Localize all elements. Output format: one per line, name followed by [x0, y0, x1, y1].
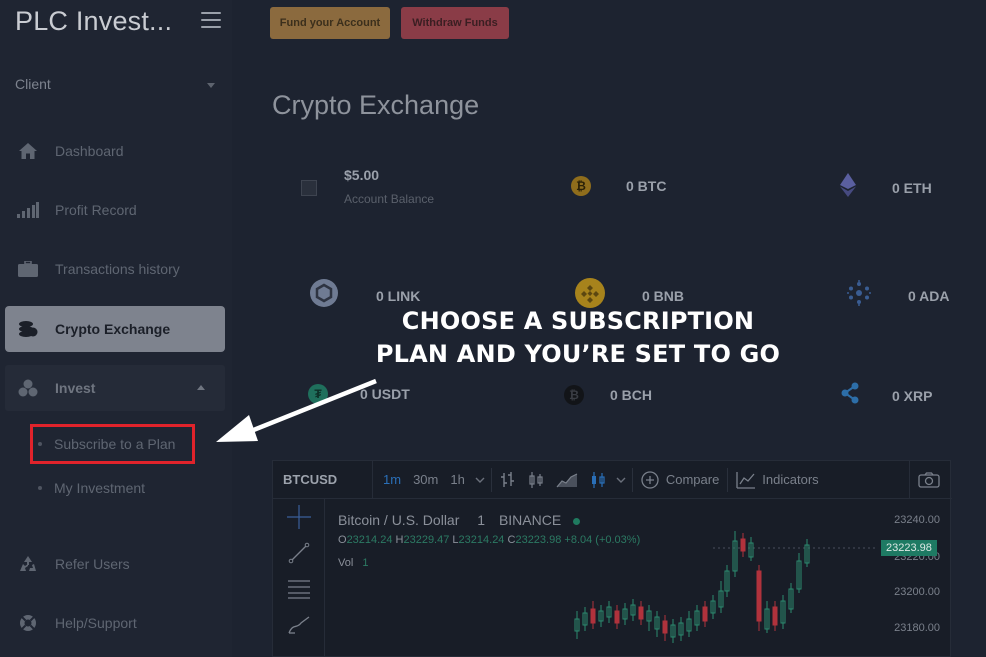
sidebar-item-label: Invest	[55, 380, 96, 396]
btc-icon: ₿	[571, 176, 591, 196]
candle-body	[662, 620, 668, 634]
bars-icon	[17, 199, 39, 221]
recycle-icon	[17, 553, 39, 575]
account-balance-label: Account Balance	[344, 192, 435, 206]
withdraw-funds-button[interactable]: Withdraw Funds	[401, 7, 509, 39]
sidebar-item-label: Crypto Exchange	[55, 321, 171, 337]
sidebar-item-help-support[interactable]: Help/Support	[5, 600, 225, 646]
balance-amount: 0 BNB	[642, 287, 685, 304]
sidebar-item-dashboard[interactable]: Dashboard	[5, 128, 225, 174]
coins-icon	[17, 318, 39, 340]
subitem-label: My Investment	[54, 480, 146, 496]
xrp-icon	[840, 382, 860, 409]
chevron-down-icon[interactable]	[207, 83, 215, 88]
candle-body	[702, 606, 708, 622]
bch-icon: ₿	[564, 385, 584, 405]
callout-line-2: PLAN AND YOU’RE SET TO GO	[375, 340, 781, 368]
lifebuoy-icon	[17, 612, 39, 634]
client-label[interactable]: Client	[15, 76, 51, 92]
balance-btc: ₿ 0 BTC	[571, 176, 666, 196]
highlight-box	[30, 424, 195, 464]
candle-body	[740, 538, 746, 552]
candle-body	[756, 570, 762, 622]
balance-bch: ₿ 0 BCH	[564, 385, 652, 405]
menu-toggle-icon[interactable]	[201, 12, 221, 30]
balance-amount: 0 BCH	[610, 387, 653, 403]
candle-body	[590, 608, 596, 624]
sidebar-item-label: Transactions history	[55, 261, 180, 277]
chevron-up-icon	[197, 385, 205, 390]
balance-usdt: ₮ 0 USDT	[308, 384, 410, 404]
cubes-icon	[17, 377, 39, 399]
balance-eth: 0 ETH	[840, 173, 932, 202]
candle-body	[614, 610, 620, 624]
callout-line-1: CHOOSE A SUBSCRIPTION	[401, 307, 755, 335]
brand-title[interactable]: PLC Invest...	[15, 6, 172, 37]
balance-amount: 0 USDT	[360, 386, 410, 402]
sidebar-subitem-my-investment[interactable]: My Investment	[38, 480, 145, 496]
sidebar-item-label: Refer Users	[55, 556, 130, 572]
ada-icon	[846, 280, 872, 311]
home-icon	[17, 140, 39, 162]
balance-amount: 0 ADA	[908, 287, 950, 304]
usdt-icon: ₮	[308, 384, 328, 404]
account-balance-image	[301, 180, 317, 196]
balance-amount: 0 BTC	[626, 178, 667, 194]
sidebar-item-refer-users[interactable]: Refer Users	[5, 541, 225, 587]
sidebar-item-label: Help/Support	[55, 615, 137, 631]
balance-amount: 0 ETH	[892, 179, 932, 196]
candles-plot	[574, 531, 878, 643]
sidebar-group-invest[interactable]: Invest	[5, 365, 225, 411]
sidebar-item-transactions-history[interactable]: Transactions history	[5, 246, 225, 292]
candle-body	[772, 606, 778, 626]
sidebar-item-profit-record[interactable]: Profit Record	[5, 187, 225, 233]
balance-ada: 0 ADA	[846, 280, 950, 311]
eth-icon	[840, 173, 856, 202]
balance-amount: 0 XRP	[892, 387, 933, 404]
sidebar-item-crypto-exchange[interactable]: Crypto Exchange	[5, 306, 225, 352]
sidebar: PLC Invest... Client Dashboard Profit Re…	[0, 0, 232, 657]
instruction-callout: CHOOSE A SUBSCRIPTION PLAN AND YOU’RE SE…	[350, 305, 806, 371]
balance-amount: 0 LINK	[376, 287, 421, 304]
price-chart-widget[interactable]: BTCUSD 1m 30m 1h Compare Indicators Bitc…	[272, 460, 952, 657]
briefcase-icon	[17, 258, 39, 280]
fund-account-button[interactable]: Fund your Account	[270, 7, 390, 39]
account-balance-amount: $5.00	[344, 167, 380, 183]
sidebar-item-label: Profit Record	[55, 202, 137, 218]
candle-body	[638, 606, 644, 620]
link-icon	[309, 278, 339, 313]
bullet-icon	[38, 486, 42, 490]
sidebar-item-label: Dashboard	[55, 143, 124, 159]
balance-xrp: 0 XRP	[840, 382, 932, 409]
page-title: Crypto Exchange	[272, 90, 480, 120]
